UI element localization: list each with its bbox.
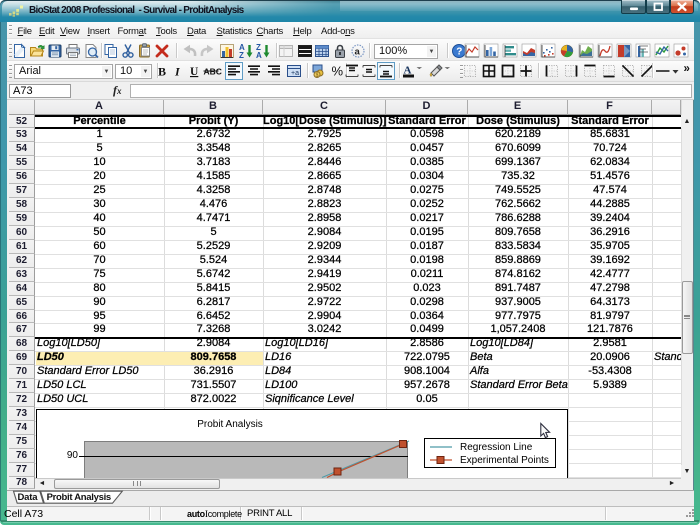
- svg-text:Z: Z: [239, 51, 244, 60]
- svg-text:?: ?: [456, 47, 462, 58]
- svg-text:A: A: [256, 51, 262, 60]
- svg-text:B: B: [158, 65, 166, 79]
- svg-text:I: I: [174, 65, 181, 79]
- svg-text:a: a: [355, 47, 361, 58]
- svg-text:$: $: [316, 73, 319, 79]
- svg-text:+a: +a: [291, 70, 299, 77]
- svg-text:U: U: [190, 66, 199, 78]
- svg-text:%: %: [332, 64, 344, 79]
